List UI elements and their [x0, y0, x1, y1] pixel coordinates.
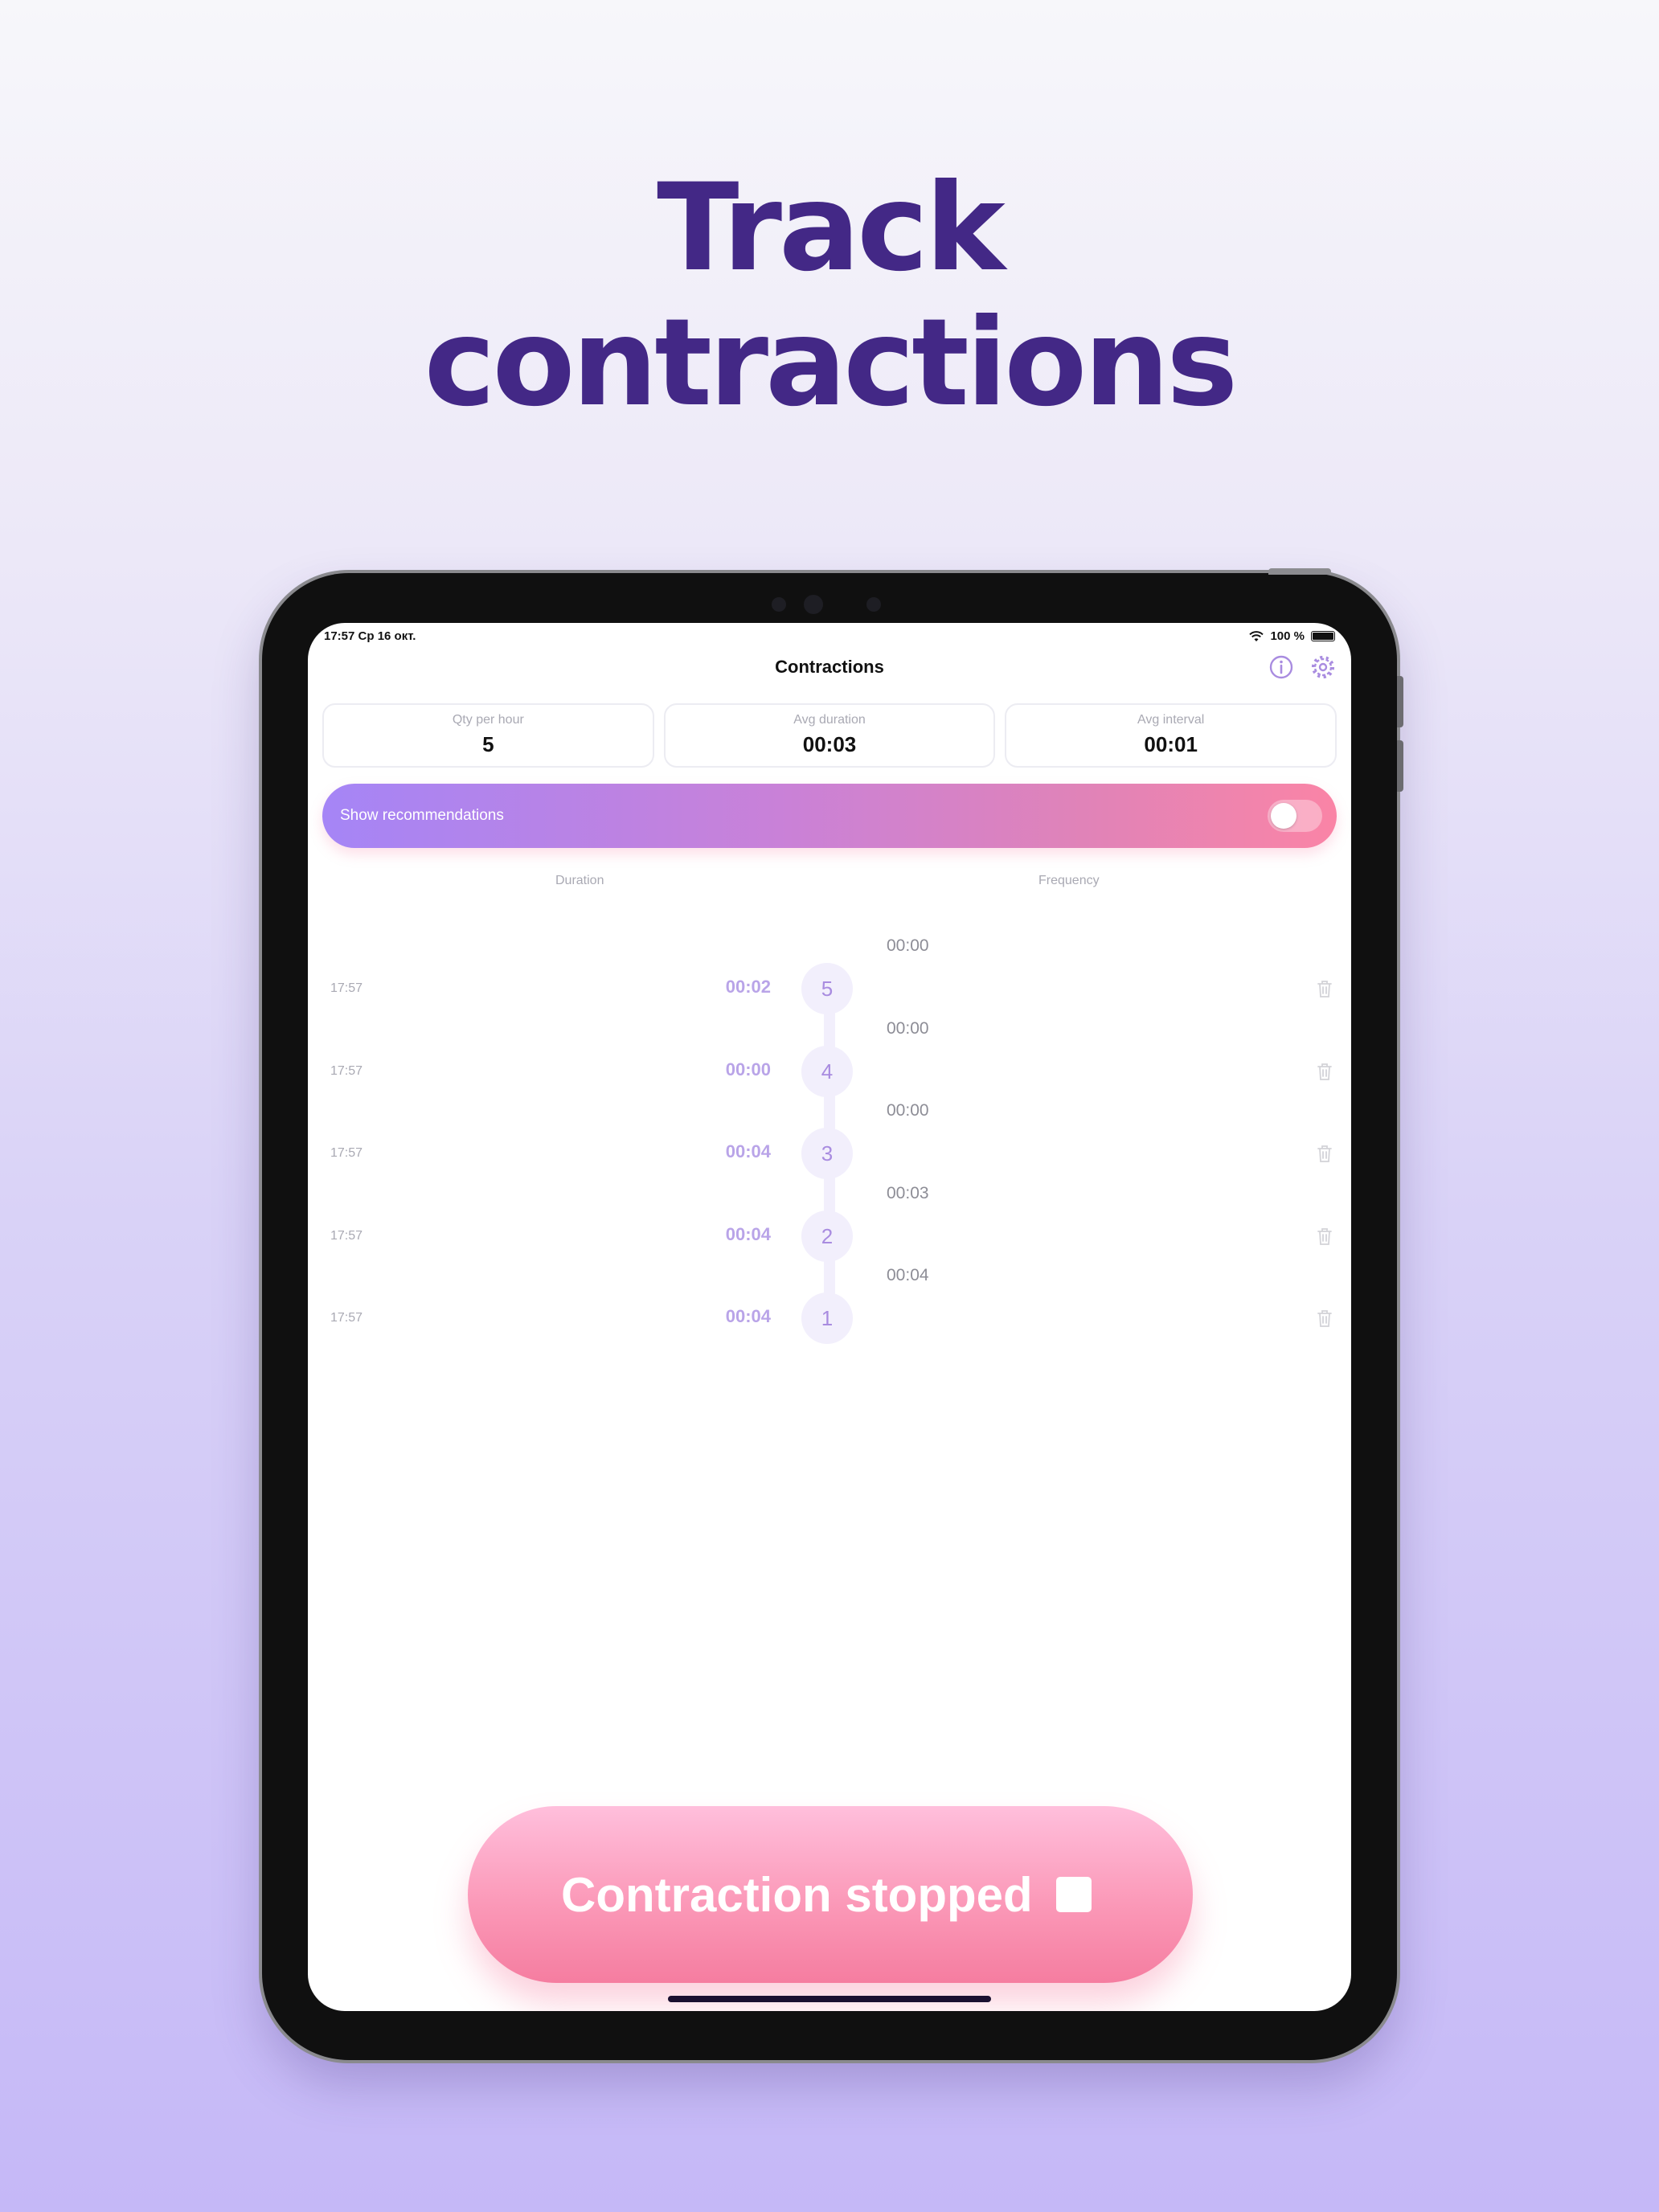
- status-time-date: 17:57 Ср 16 окт.: [324, 629, 416, 643]
- contraction-stopped-button[interactable]: Contraction stopped: [468, 1806, 1193, 1983]
- contraction-number: 1: [801, 1292, 853, 1344]
- contraction-row: 17:57 00:04 1: [308, 1290, 1351, 1346]
- recommendations-banner: Show recommendations: [322, 784, 1337, 848]
- frequency-value: 00:00: [887, 1019, 929, 1038]
- battery-icon: [1311, 631, 1335, 641]
- contraction-duration: 00:04: [725, 1224, 771, 1244]
- contraction-row: 17:57 00:00 4: [308, 1043, 1351, 1100]
- contraction-duration: 00:04: [725, 1306, 771, 1326]
- info-icon[interactable]: [1268, 653, 1295, 681]
- status-bar: 17:57 Ср 16 окт. 100 %: [324, 629, 1335, 649]
- home-indicator: [668, 1996, 991, 2002]
- headline-line-1: Track: [657, 158, 1006, 298]
- recommendations-toggle[interactable]: [1268, 800, 1322, 832]
- contraction-row: 17:57 00:04 3: [308, 1125, 1351, 1182]
- sensor-dot: [772, 597, 786, 612]
- contraction-number: 4: [801, 1046, 853, 1097]
- contraction-number: 5: [801, 963, 853, 1014]
- stat-value: 00:01: [1144, 732, 1198, 756]
- battery-percent: 100 %: [1270, 629, 1305, 643]
- page-title: Contractions: [775, 657, 884, 677]
- stats-row: Qty per hour 5 Avg duration 00:03 Avg in…: [322, 703, 1337, 768]
- headline-line-2: contractions: [424, 293, 1239, 433]
- stat-label: Avg duration: [793, 713, 866, 727]
- contraction-time: 17:57: [330, 1311, 363, 1325]
- stat-value: 00:03: [802, 732, 857, 756]
- app-screen: 17:57 Ср 16 окт. 100 % Contractions Qty …: [308, 623, 1351, 2011]
- contraction-time: 17:57: [330, 981, 363, 995]
- top-button: [1268, 568, 1331, 575]
- wifi-icon: [1249, 630, 1264, 641]
- contraction-duration: 00:00: [725, 1059, 771, 1079]
- stat-avg-interval: Avg interval 00:01: [1005, 703, 1337, 768]
- stat-label: Avg interval: [1137, 713, 1205, 727]
- contraction-number: 3: [801, 1128, 853, 1179]
- camera-bar: [748, 591, 908, 615]
- trash-icon[interactable]: [1316, 1061, 1333, 1082]
- stat-label: Qty per hour: [452, 713, 524, 727]
- contraction-time: 17:57: [330, 1146, 363, 1160]
- recommendations-label: Show recommendations: [340, 807, 504, 824]
- toggle-knob: [1271, 803, 1296, 829]
- camera-lens: [804, 595, 823, 614]
- contraction-row: 17:57 00:02 5: [308, 961, 1351, 1017]
- trash-icon[interactable]: [1316, 978, 1333, 999]
- stat-avg-duration: Avg duration 00:03: [663, 703, 996, 768]
- frequency-value: 00:03: [887, 1184, 929, 1202]
- frequency-value: 00:00: [887, 936, 929, 955]
- ipad-frame: 17:57 Ср 16 окт. 100 % Contractions Qty …: [262, 568, 1403, 2060]
- volume-down-button: [1397, 740, 1403, 792]
- frequency-column-header: Frequency: [1038, 874, 1100, 887]
- stat-value: 5: [482, 732, 494, 756]
- sensor-dot: [866, 597, 881, 612]
- contraction-time: 17:57: [330, 1064, 363, 1078]
- contraction-time: 17:57: [330, 1229, 363, 1243]
- trash-icon[interactable]: [1316, 1226, 1333, 1247]
- contraction-row: 17:57 00:04 2: [308, 1208, 1351, 1264]
- frequency-value: 00:04: [887, 1266, 929, 1284]
- cta-label: Contraction stopped: [561, 1868, 1033, 1922]
- trash-icon[interactable]: [1316, 1308, 1333, 1329]
- stop-icon: [1056, 1877, 1092, 1912]
- contraction-number: 2: [801, 1210, 853, 1262]
- stat-qty-per-hour: Qty per hour 5: [322, 703, 654, 768]
- trash-icon[interactable]: [1316, 1143, 1333, 1164]
- status-right: 100 %: [1249, 629, 1335, 643]
- volume-up-button: [1397, 676, 1403, 727]
- contraction-duration: 00:04: [725, 1141, 771, 1161]
- duration-column-header: Duration: [555, 874, 604, 887]
- contraction-duration: 00:02: [725, 977, 771, 997]
- headline: Track contractions: [0, 161, 1659, 431]
- frequency-value: 00:00: [887, 1101, 929, 1120]
- nav-actions: [1268, 653, 1337, 681]
- gear-icon[interactable]: [1309, 653, 1337, 681]
